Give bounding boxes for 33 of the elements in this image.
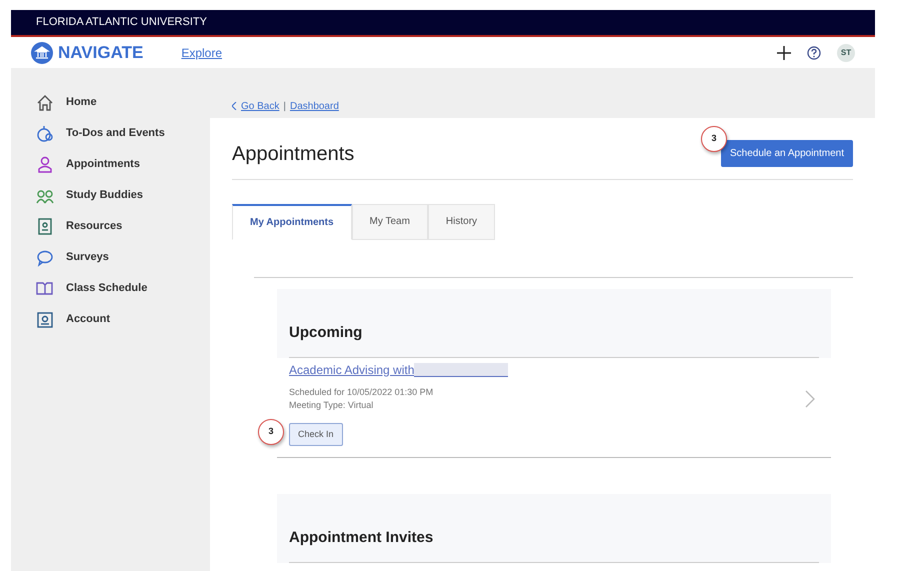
sidebar-item[interactable]: Study Buddies bbox=[36, 180, 210, 211]
back-link[interactable]: Go Back bbox=[241, 98, 280, 114]
sidebar-item[interactable]: To-Dos and Events bbox=[36, 118, 210, 149]
user-avatar[interactable]: ST bbox=[837, 44, 855, 62]
scheduled-time: Scheduled for 10/05/2022 01:30 PM bbox=[289, 386, 434, 398]
chevron-right-icon bbox=[805, 390, 815, 408]
step-callout: 3 bbox=[701, 126, 728, 152]
meeting-type: Meeting Type: Virtual bbox=[289, 399, 374, 412]
university-logo-icon bbox=[31, 42, 53, 64]
sidebar-item[interactable]: Resources bbox=[36, 211, 210, 242]
sidebar-item[interactable]: Class Schedule bbox=[36, 273, 210, 304]
add-icon bbox=[777, 46, 791, 60]
sidebar-item[interactable]: Account bbox=[36, 304, 210, 335]
sidebar-item[interactable]: Home bbox=[36, 87, 210, 118]
help-icon bbox=[807, 46, 821, 60]
breadcrumb-link[interactable]: Dashboard bbox=[290, 98, 339, 114]
section-title: Upcoming bbox=[289, 289, 819, 358]
step-callout: 3 bbox=[258, 419, 284, 445]
university-name: FLORIDA ATLANTIC UNIVERSITY bbox=[36, 15, 207, 30]
check-in-button[interactable]: Check In bbox=[289, 422, 343, 446]
sidebar-item[interactable]: Appointments bbox=[36, 149, 210, 180]
sidebar-item[interactable]: Surveys bbox=[36, 242, 210, 273]
page-title: Appointments bbox=[232, 142, 354, 166]
schedule-button[interactable]: Schedule an Appointment bbox=[721, 140, 853, 167]
section-title: Appointment Invites bbox=[289, 494, 819, 562]
logo-text: NAVIGATE bbox=[58, 42, 144, 64]
tab[interactable]: History bbox=[428, 204, 496, 240]
nav-link[interactable]: Explore bbox=[181, 44, 222, 62]
back-chevron-icon bbox=[232, 102, 237, 110]
tab[interactable]: My Team bbox=[352, 204, 428, 240]
breadcrumb-separator: | bbox=[283, 100, 286, 114]
tab[interactable]: My Appointments bbox=[232, 204, 352, 240]
appointment-link[interactable]: Academic Advising with bbox=[289, 362, 414, 376]
